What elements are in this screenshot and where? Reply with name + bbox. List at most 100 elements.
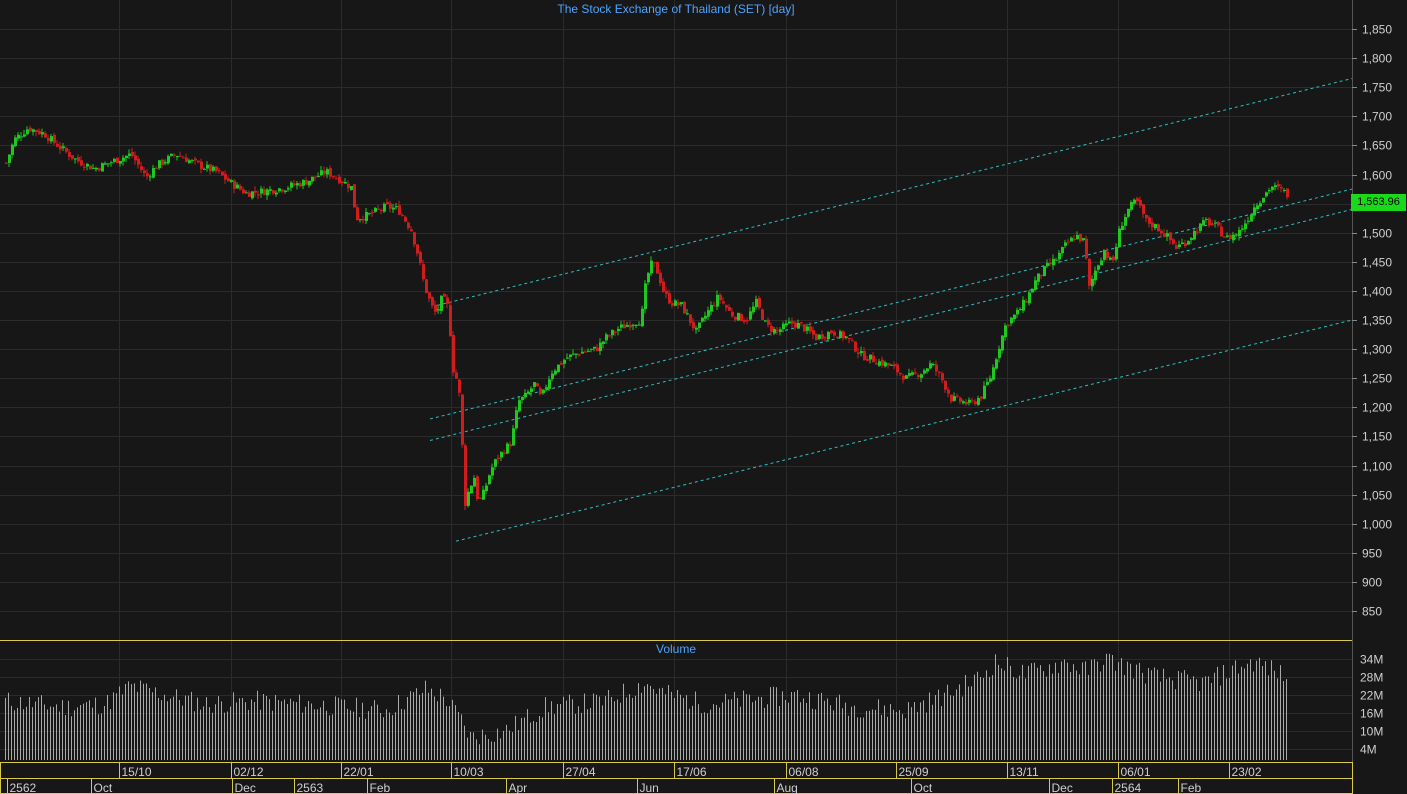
candle-body bbox=[1184, 243, 1187, 247]
candle-body bbox=[74, 158, 77, 160]
candle-body bbox=[875, 363, 878, 365]
candle-body bbox=[884, 362, 887, 367]
candle-body bbox=[29, 127, 32, 132]
period-label: Apr bbox=[509, 781, 528, 794]
candle-body bbox=[947, 389, 950, 394]
candle-body bbox=[212, 166, 215, 171]
candle-body bbox=[1223, 236, 1226, 238]
period-label: 2564 bbox=[1115, 781, 1142, 794]
candle-body bbox=[1217, 221, 1220, 226]
candle-body bbox=[164, 162, 167, 164]
candle-body bbox=[680, 302, 683, 305]
candle-body bbox=[617, 328, 620, 332]
candle-body bbox=[833, 331, 836, 336]
candle-body bbox=[251, 191, 254, 199]
candle-body bbox=[677, 302, 680, 306]
candle-body bbox=[764, 320, 767, 322]
candle-body bbox=[1010, 317, 1013, 324]
candle-body bbox=[1253, 207, 1256, 216]
candle-body bbox=[881, 359, 884, 366]
candle-body bbox=[1130, 202, 1133, 210]
price-tick-label: 1,400 bbox=[1362, 285, 1392, 299]
candle-body bbox=[911, 372, 914, 375]
candle-body bbox=[1046, 263, 1049, 267]
candle-body bbox=[572, 353, 575, 355]
candle-body bbox=[509, 444, 512, 447]
chart-background bbox=[0, 0, 1407, 794]
candle-body bbox=[614, 331, 617, 333]
candle-body bbox=[1118, 228, 1121, 248]
candle-body bbox=[50, 136, 53, 142]
candle-body bbox=[377, 208, 380, 210]
date-label: 10/03 bbox=[454, 765, 484, 779]
candle-body bbox=[1286, 188, 1289, 198]
candle-body bbox=[179, 155, 182, 157]
candle-body bbox=[1190, 238, 1193, 241]
candle-body bbox=[950, 394, 953, 402]
candle-body bbox=[488, 475, 491, 485]
volume-tick-label: 16M bbox=[1360, 707, 1383, 721]
price-tick-label: 1,800 bbox=[1362, 52, 1392, 66]
candle-body bbox=[125, 155, 128, 159]
candle-body bbox=[347, 183, 350, 189]
candle-body bbox=[716, 294, 719, 307]
candle-body bbox=[545, 387, 548, 390]
period-label: Dec bbox=[1052, 781, 1073, 794]
candle-body bbox=[1199, 223, 1202, 231]
candle-body bbox=[8, 154, 11, 163]
volume-tick-label: 22M bbox=[1360, 689, 1383, 703]
candle-body bbox=[320, 170, 323, 176]
candle-body bbox=[1082, 238, 1085, 241]
candle-body bbox=[245, 192, 248, 194]
candle-body bbox=[1226, 235, 1229, 237]
candle-body bbox=[647, 273, 650, 283]
candle-body bbox=[83, 166, 86, 168]
volume-tick-label: 4M bbox=[1360, 743, 1377, 757]
candle-body bbox=[1022, 299, 1025, 311]
candle-body bbox=[1094, 270, 1097, 281]
candle-body bbox=[962, 401, 965, 404]
date-label: 13/11 bbox=[1010, 765, 1039, 779]
candle-body bbox=[986, 381, 989, 385]
candle-body bbox=[293, 183, 296, 186]
candle-body bbox=[662, 281, 665, 292]
candle-body bbox=[1178, 244, 1181, 248]
candle-body bbox=[830, 330, 833, 334]
candle-body bbox=[122, 157, 125, 162]
candle-body bbox=[548, 379, 551, 389]
candle-body bbox=[854, 341, 857, 352]
candle-body bbox=[1124, 217, 1127, 226]
candle-body bbox=[839, 331, 842, 338]
date-label: 23/02 bbox=[1232, 765, 1262, 779]
candle-body bbox=[5, 162, 8, 164]
candle-body bbox=[1277, 184, 1280, 187]
candle-body bbox=[53, 134, 56, 143]
candle-body bbox=[1073, 238, 1076, 241]
candle-body bbox=[533, 382, 536, 387]
date-label: 22/01 bbox=[344, 765, 374, 779]
candle-body bbox=[608, 335, 611, 337]
candle-body bbox=[242, 189, 245, 194]
candle-body bbox=[1145, 214, 1148, 219]
candle-body bbox=[899, 372, 902, 375]
candle-body bbox=[317, 176, 320, 178]
candle-body bbox=[1238, 229, 1241, 237]
candle-body bbox=[782, 323, 785, 330]
candle-body bbox=[485, 485, 488, 492]
price-tick-label: 1,450 bbox=[1362, 256, 1392, 270]
candle-body bbox=[263, 189, 266, 195]
candle-body bbox=[479, 497, 482, 499]
candle-body bbox=[1070, 237, 1073, 242]
candle-body bbox=[1061, 247, 1064, 254]
candle-body bbox=[506, 443, 509, 454]
candle-body bbox=[671, 303, 674, 306]
candle-body bbox=[1175, 245, 1178, 249]
candle-body bbox=[497, 457, 500, 460]
candle-body bbox=[959, 397, 962, 402]
candle-body bbox=[425, 279, 428, 293]
price-tick-label: 1,850 bbox=[1362, 23, 1392, 37]
candle-body bbox=[113, 158, 116, 162]
date-label: 15/10 bbox=[122, 765, 152, 779]
candle-body bbox=[770, 325, 773, 332]
candle-body bbox=[47, 137, 50, 141]
